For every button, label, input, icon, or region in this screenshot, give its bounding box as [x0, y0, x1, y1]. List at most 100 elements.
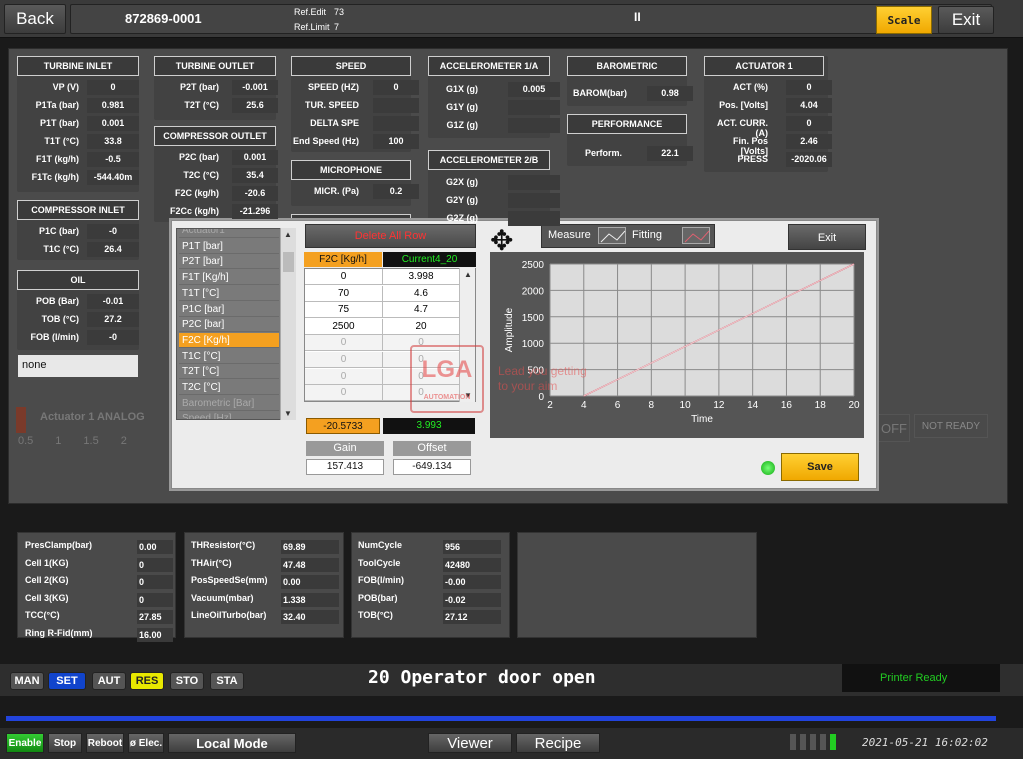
viewer-button[interactable]: Viewer	[428, 733, 512, 753]
table-cell[interactable]: 4.6	[383, 285, 460, 302]
channel-list-scrollbar[interactable]: ▲ ▼	[280, 228, 296, 420]
table-cell[interactable]: 70	[305, 285, 383, 302]
turbine-outlet-row: P2T (bar) -0.001	[154, 80, 282, 96]
scroll-down-icon[interactable]: ▼	[284, 409, 292, 418]
legend-measure-label: Measure	[548, 229, 591, 241]
mode-sto-button[interactable]: STO	[170, 672, 204, 690]
mode-aut-button[interactable]: AUT	[92, 672, 126, 690]
row-label: T2C (°C)	[183, 170, 219, 180]
row-label: ToolCycle	[358, 557, 401, 568]
channel-item[interactable]: T2T [°C]	[179, 364, 279, 380]
channel-item[interactable]: T1T [°C]	[179, 286, 279, 301]
delete-all-button[interactable]: Delete All Row	[305, 224, 476, 248]
turbine-outlet-title: TURBINE OUTLET	[154, 56, 276, 76]
mode-sta-button[interactable]: STA	[210, 672, 244, 690]
bottom3-row: POB(bar) -0.02	[357, 592, 501, 607]
channel-item[interactable]: P1C [bar]	[179, 302, 279, 317]
table-cell[interactable]: 0	[305, 335, 383, 352]
printer-status: Printer Ready	[880, 672, 948, 684]
scroll-up-icon[interactable]: ▲	[464, 270, 472, 279]
axis-tick: 2	[120, 435, 127, 447]
channel-item[interactable]: Barometric [Bar]	[179, 396, 279, 411]
row-value: 0	[87, 80, 139, 95]
elec-button[interactable]: ø Elec.	[128, 733, 164, 753]
scroll-up-icon[interactable]: ▲	[284, 230, 292, 239]
row-value: 0.001	[232, 150, 278, 165]
row-label: G2Z (g)	[446, 213, 479, 223]
row-value: 0	[373, 80, 419, 95]
turbine-inlet-row: P1T (bar) 0.001	[17, 116, 143, 132]
table-cell[interactable]: 3.998	[383, 269, 460, 285]
mode-res-button[interactable]: RES	[130, 672, 164, 690]
channel-item[interactable]: Actuator1	[179, 229, 279, 238]
accel2-row: G2Y (g)	[428, 193, 564, 209]
table-cell[interactable]: 2500	[305, 318, 383, 335]
ref-edit-value: 73	[334, 7, 345, 17]
scroll-thumb[interactable]	[283, 252, 294, 272]
channel-item[interactable]: T2C [°C]	[179, 380, 279, 395]
channel-item[interactable]: F2C [Kg/h]	[179, 332, 279, 348]
actuator1-row: ACT (%) 0	[704, 80, 836, 96]
channel-item[interactable]: P2T [bar]	[179, 254, 279, 270]
speed-row: End Speed (Hz) 100	[291, 134, 423, 150]
x-tick-label: 6	[615, 400, 621, 411]
status-light-active	[830, 734, 836, 750]
row-value	[508, 118, 560, 133]
row-label: F2Cc (kg/h)	[169, 206, 219, 216]
table-cell[interactable]: 0	[305, 269, 383, 285]
compressor-outlet-row: T2C (°C) 35.4	[154, 168, 282, 184]
channel-item[interactable]: P1T [bar]	[179, 239, 279, 254]
table-cell[interactable]: 0	[305, 385, 383, 402]
table-cell[interactable]: 4.7	[383, 302, 460, 319]
stop-button[interactable]: Stop	[48, 733, 82, 753]
row-value: 0	[786, 80, 832, 95]
row-label: VP (V)	[52, 82, 79, 92]
row-value	[508, 211, 560, 226]
calibration-chart: 2 4 6 8 10 12 14 16 18 2005001000150020002500Time…	[504, 260, 860, 425]
barometric-row: BAROM(bar) 0.98	[567, 86, 697, 102]
row-label: P1Ta (bar)	[35, 100, 79, 110]
status-light	[800, 734, 806, 750]
none-field[interactable]: none	[18, 355, 138, 377]
row-value: 0.001	[87, 116, 139, 131]
row-value: 27.85	[137, 610, 173, 625]
actuator1-row: Fin. Pos [Volts] 2.46	[704, 134, 836, 156]
actuator1-row: Pos. [Volts] 4.04	[704, 98, 836, 114]
row-label: T1C (°C)	[43, 244, 79, 254]
row-label: Cell 2(KG)	[25, 575, 69, 586]
enable-button[interactable]: Enable	[6, 733, 44, 753]
dialog-exit-button[interactable]: Exit	[788, 224, 866, 250]
channel-item[interactable]: T1C [°C]	[179, 349, 279, 364]
compressor-outlet-row: F2Cc (kg/h) -21.296	[154, 204, 282, 220]
exit-button[interactable]: Exit	[938, 6, 994, 34]
off-indicator: OFF	[878, 414, 910, 442]
channel-item[interactable]: P2C [bar]	[179, 317, 279, 333]
mode-set-button[interactable]: SET	[48, 672, 86, 690]
performance-row: Perform. 22.1	[567, 146, 697, 162]
row-value: -0.02	[443, 592, 501, 607]
row-value: -2020.06	[786, 152, 832, 167]
mode-man-button[interactable]: MAN	[10, 672, 44, 690]
speed-row: TUR. SPEED	[291, 98, 423, 114]
bottom3-row: FOB(l/min) -0.00	[357, 575, 501, 590]
channel-list[interactable]: Actuator1 P1T [bar] P2T [bar] F1T [Kg/h] T1T…	[176, 228, 296, 420]
table-cell[interactable]: 75	[305, 302, 383, 319]
back-button[interactable]: Back	[4, 4, 66, 34]
table-cell[interactable]: 0	[305, 352, 383, 368]
channel-item[interactable]: Speed [Hz]	[179, 411, 279, 419]
pause-indicator[interactable]: II	[634, 10, 641, 24]
x-axis-label: Time	[691, 414, 713, 425]
bottom1-row: TCC(°C) 27.85	[24, 610, 173, 625]
row-value: 1.338	[281, 592, 339, 607]
bottom2-row: THResistor(°C) 69.89	[190, 540, 339, 554]
table-cell[interactable]: 0	[305, 368, 383, 385]
speed-row: SPEED (HZ) 0	[291, 80, 423, 96]
scale-button[interactable]: Scale	[876, 6, 932, 34]
save-button[interactable]: Save	[781, 453, 859, 481]
reboot-button[interactable]: Reboot	[86, 733, 124, 753]
recipe-button[interactable]: Recipe	[516, 733, 600, 753]
turbine-inlet-row: F1T (kg/h) -0.5	[17, 152, 143, 168]
channel-item[interactable]: F1T [Kg/h]	[179, 270, 279, 286]
row-label: POB(bar)	[358, 592, 398, 603]
table-cell[interactable]: 20	[383, 318, 460, 335]
